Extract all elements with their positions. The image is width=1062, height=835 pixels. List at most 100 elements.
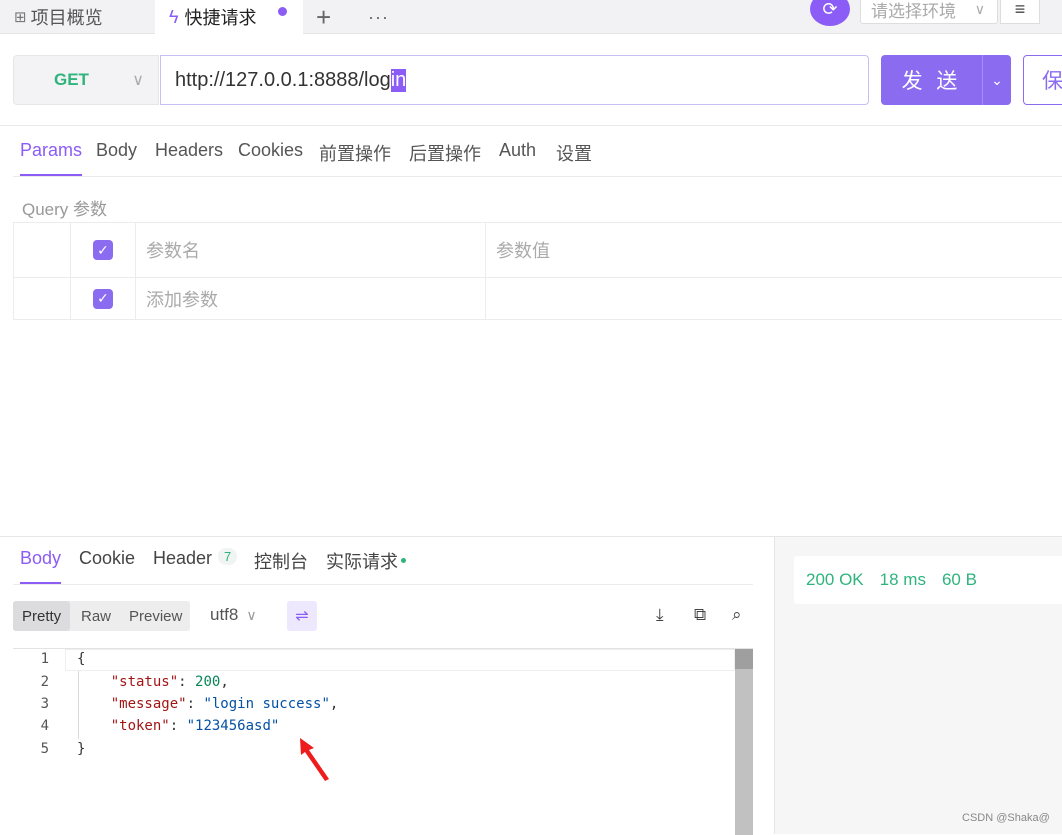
tab-params[interactable]: Params	[20, 140, 83, 176]
lightning-icon: ϟ	[169, 6, 179, 27]
response-size: 60 B	[941, 570, 977, 589]
method-select[interactable]: GET ∨	[13, 55, 159, 105]
drag-cell	[13, 223, 70, 277]
row-check-cell: ✓	[70, 278, 135, 319]
annotation-arrow-icon	[300, 738, 329, 781]
scrollbar-thumb[interactable]	[735, 649, 753, 669]
resp-tab-cookie[interactable]: Cookie	[79, 548, 135, 584]
tab-pre-request[interactable]: 前置操作	[319, 140, 391, 176]
chevron-down-icon: ∨	[132, 72, 144, 89]
chevron-down-icon: ⌄	[991, 71, 1003, 88]
json-sep: :	[186, 696, 204, 712]
json-key: "token"	[110, 718, 170, 734]
tab-label: 项目概览	[30, 8, 103, 28]
format-preview[interactable]: Preview	[129, 601, 182, 631]
method-value: GET	[54, 70, 89, 89]
line-number: 3	[40, 696, 49, 712]
header-param-name: 参数名	[135, 223, 485, 277]
response-status-card: 200 OK 18 ms 60 B	[794, 556, 1062, 604]
json-sep: :	[178, 674, 196, 690]
url-text: http://127.0.0.1:8888/log	[175, 68, 391, 91]
add-param-input[interactable]: 添加参数	[135, 278, 485, 319]
json-comma: ,	[220, 674, 229, 690]
more-tabs-button[interactable]: ···	[368, 0, 389, 34]
chevron-down-icon: ∨	[246, 607, 257, 623]
resp-tab-actual-request[interactable]: 实际请求	[326, 548, 406, 584]
resp-tab-header[interactable]: Header 7	[153, 548, 238, 584]
divider	[13, 584, 753, 585]
copy-icon[interactable]: ⧉	[694, 605, 706, 625]
environment-select[interactable]: 请选择环境 ∨	[860, 0, 998, 24]
line-number: 5	[40, 741, 49, 757]
send-button[interactable]: 发 送	[881, 55, 982, 105]
json-key: "message"	[110, 696, 187, 712]
code-line: {	[77, 651, 85, 667]
menu-icon[interactable]: ≡	[1000, 0, 1040, 24]
tab-cookies[interactable]: Cookies	[238, 140, 303, 176]
json-value: "login success"	[203, 696, 330, 712]
save-button[interactable]: 保	[1023, 55, 1062, 105]
line-number: 4	[40, 718, 49, 734]
tab-post-request[interactable]: 后置操作	[409, 140, 481, 176]
query-params-label: Query 参数	[22, 200, 108, 219]
resp-tab-actual-label: 实际请求	[326, 552, 398, 572]
panel-divider[interactable]	[774, 536, 775, 834]
download-icon[interactable]: ⤓	[656, 605, 664, 625]
unsaved-dot-icon	[278, 7, 287, 16]
json-value: 200	[195, 674, 221, 690]
url-selected-text: in	[390, 68, 407, 92]
search-icon[interactable]: ⌕	[732, 605, 742, 625]
drag-cell	[13, 278, 70, 319]
response-time: 18 ms	[879, 570, 926, 589]
brace: {	[77, 651, 86, 667]
check-all-cell: ✓	[70, 223, 135, 277]
tab-settings[interactable]: 设置	[556, 140, 592, 176]
editor-scrollbar[interactable]	[735, 649, 753, 835]
code-line: }	[77, 741, 85, 757]
current-line-highlight	[65, 649, 735, 671]
format-raw[interactable]: Raw	[81, 601, 111, 631]
chevron-down-icon: ∨	[974, 0, 985, 17]
status-code: 200 OK	[806, 570, 864, 589]
param-value-input[interactable]	[485, 278, 1062, 319]
new-tab-button[interactable]: +	[316, 0, 331, 34]
resp-tab-body[interactable]: Body	[20, 548, 62, 584]
resp-tab-console[interactable]: 控制台	[254, 548, 308, 584]
header-param-value: 参数值	[485, 223, 1062, 277]
send-options-button[interactable]: ⌄	[982, 55, 1011, 105]
grid-icon: ⊞	[14, 9, 27, 26]
check-all-checkbox[interactable]: ✓	[93, 240, 113, 260]
watermark: CSDN @Shaka@	[962, 812, 1050, 824]
brace: }	[77, 741, 86, 757]
resp-tab-header-label: Header	[153, 548, 213, 568]
tab-label: 快捷请求	[184, 8, 257, 28]
encoding-select[interactable]: utf8 ∨	[210, 605, 257, 625]
format-pretty[interactable]: Pretty	[13, 601, 71, 631]
tab-auth[interactable]: Auth	[499, 140, 536, 176]
table-row: ✓ 添加参数	[13, 278, 1062, 320]
line-number: 1	[40, 651, 49, 667]
line-number: 2	[40, 674, 49, 690]
code-line: "message": "login success",	[77, 696, 339, 712]
url-input[interactable]: http://127.0.0.1:8888/log in	[160, 55, 869, 105]
json-comma: ,	[329, 696, 339, 712]
row-checkbox[interactable]: ✓	[93, 288, 113, 309]
json-sep: :	[169, 718, 187, 734]
code-line: "token": "123456asd"	[77, 718, 280, 734]
word-wrap-icon[interactable]: ⇌	[287, 601, 317, 631]
header-count-badge: 7	[218, 548, 238, 565]
tab-headers[interactable]: Headers	[155, 140, 223, 176]
environment-placeholder: 请选择环境	[871, 1, 956, 21]
table-header-row: ✓ 参数名 参数值	[13, 223, 1062, 278]
status-dot-icon	[401, 558, 406, 563]
format-toggle-group: Pretty Raw Preview	[13, 601, 190, 631]
tab-quick-request[interactable]: ϟ 快捷请求	[155, 0, 303, 34]
code-line: "status": 200,	[77, 674, 229, 690]
tab-project-overview[interactable]: ⊞ 项目概览	[14, 0, 103, 34]
params-table: ✓ 参数名 参数值 ✓ 添加参数	[13, 222, 1062, 320]
tab-body[interactable]: Body	[96, 140, 137, 176]
divider	[13, 176, 1062, 177]
response-code-editor[interactable]: 1 2 3 4 5 { "status": 200, "message": "l…	[13, 648, 753, 835]
json-key: "status"	[110, 674, 179, 690]
divider	[0, 125, 1062, 126]
